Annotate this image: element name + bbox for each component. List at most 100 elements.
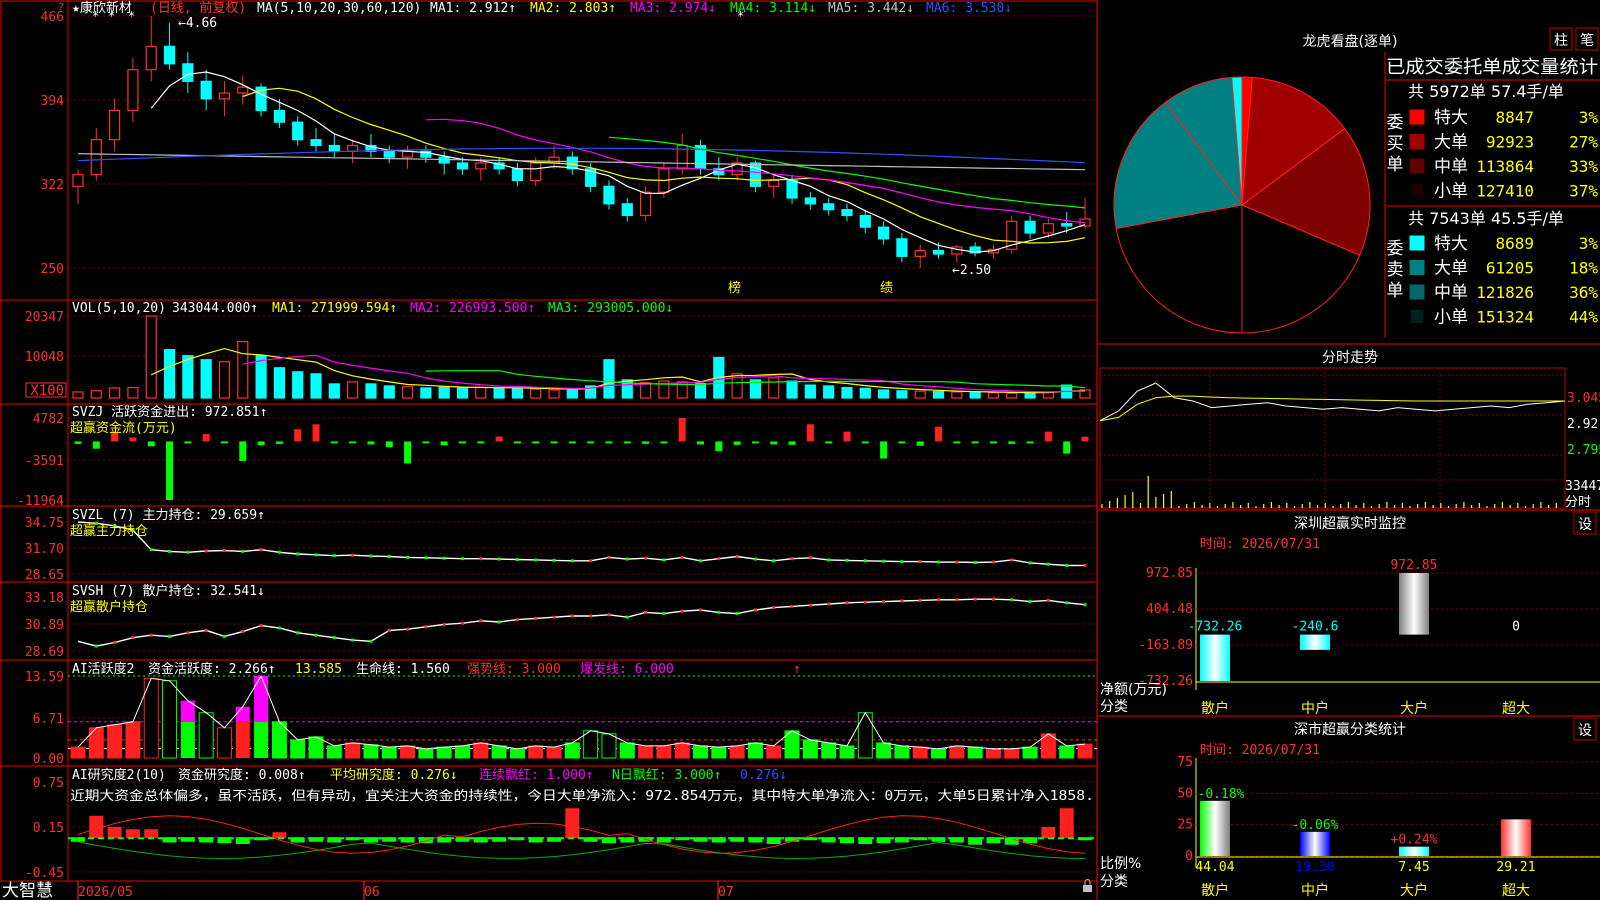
activity-bar — [583, 730, 599, 759]
holding-point — [1046, 598, 1050, 602]
volume-bar — [237, 340, 249, 399]
holding-point — [699, 608, 703, 612]
candle-body — [603, 185, 615, 205]
svzj-ytick-1: -3591 — [25, 454, 64, 469]
fund-flow-bar — [1026, 441, 1034, 444]
ai1-item-5: 爆发线: 6.000 — [580, 661, 674, 677]
volume-bar — [877, 389, 890, 399]
activity-bar — [216, 727, 232, 759]
fund-flow-bar — [1008, 441, 1016, 444]
activity-bar — [821, 742, 837, 759]
holding-point — [1046, 562, 1050, 566]
buy-summary: 共 5972单 57.4手/单 — [1408, 82, 1564, 101]
activity-bar — [1059, 745, 1075, 759]
activity-bar — [400, 745, 416, 759]
brand-logo: 大智慧 — [2, 881, 53, 900]
k-ytick-3: 250 — [41, 262, 64, 277]
holding-point — [753, 557, 757, 561]
activity-bar — [254, 721, 269, 758]
holding-point — [1065, 563, 1069, 567]
fund-flow-bar — [1063, 441, 1071, 454]
holding-point — [589, 614, 593, 618]
buy-row-pct-2: 33% — [1569, 157, 1598, 176]
candle-body — [621, 203, 633, 217]
k-ytick-0: 466 — [41, 10, 64, 25]
period-label[interactable]: (日线, 前复权) — [150, 0, 246, 16]
candle-body — [768, 179, 780, 187]
holding-point — [222, 634, 226, 638]
fund-flow-bar — [843, 431, 851, 442]
volume-bar — [932, 390, 945, 399]
date-label-2: 07 — [718, 885, 734, 900]
holding-point — [241, 630, 245, 634]
activity-bar — [1077, 743, 1093, 759]
classify-change-1: -0.06% — [1292, 818, 1339, 833]
volume-bar — [163, 349, 176, 399]
fund-flow-bar — [404, 441, 412, 464]
candle-body — [310, 139, 322, 147]
candle-body — [127, 69, 139, 112]
high-note: ←4.66 — [178, 16, 217, 31]
holding-point — [131, 636, 135, 640]
holding-point — [955, 560, 959, 564]
fund-flow-bar — [275, 441, 283, 444]
activity-bar — [528, 745, 544, 759]
classify-value-1: 19.30 — [1295, 860, 1334, 875]
activity-bar — [894, 745, 910, 759]
fund-flow-bar — [733, 441, 741, 445]
intraday-ytick-0: 3.045 — [1567, 391, 1600, 406]
holding-point — [497, 557, 501, 561]
fund-flow-bar — [678, 418, 686, 442]
classify-bar-大户 — [1399, 846, 1429, 856]
classify-category-3: 超大 — [1502, 883, 1530, 899]
holding-point — [717, 610, 721, 614]
stock-name[interactable]: ★康欣新材 — [72, 0, 132, 16]
activity-bar — [839, 745, 855, 759]
intraday-vol-label: 33447 — [1565, 479, 1600, 494]
volume-bar — [859, 387, 871, 399]
fund-flow-bar — [495, 436, 503, 442]
sell-row-pct-1: 18% — [1569, 259, 1598, 278]
intraday-time-label: 分时 — [1565, 495, 1591, 510]
candle-body — [182, 63, 194, 82]
monitor-bar-label-3: 0 — [1512, 620, 1520, 635]
activity-bar — [180, 721, 195, 758]
stroke-mode-label: 笔 — [1580, 33, 1594, 49]
sell-row-name-3: 小单 — [1434, 308, 1468, 328]
fund-flow-bar — [129, 437, 137, 442]
sell-swatch-1 — [1409, 260, 1425, 275]
holding-point — [570, 559, 574, 563]
holding-point — [735, 555, 739, 559]
monitor-settings-label: 设 — [1578, 517, 1592, 533]
sell-row-pct-3: 44% — [1569, 308, 1598, 327]
ma-header: MA(5,10,20,30,60,120) — [257, 1, 421, 16]
fund-flow-bar — [385, 441, 393, 448]
holding-point — [991, 597, 995, 601]
holding-point — [937, 560, 941, 564]
volume-bar — [969, 391, 981, 399]
research-bar — [1041, 827, 1056, 839]
holding-point — [406, 627, 410, 631]
fund-flow-bar — [697, 441, 705, 445]
holding-point — [204, 549, 208, 553]
monitor-category-0: 散户 — [1201, 700, 1229, 717]
holding-point — [534, 616, 538, 620]
buy-swatch-3 — [1409, 183, 1425, 198]
volume-bar — [127, 386, 139, 399]
holding-point — [589, 559, 593, 563]
fund-flow-bar — [825, 441, 833, 444]
fund-flow-bar — [587, 441, 595, 444]
volume-bar — [145, 315, 157, 399]
research-bar — [565, 808, 580, 839]
vol-ma1: MA1: 271999.594↑ — [272, 301, 397, 316]
trading-terminal: * * * * ↑ ? 466 394 322 250 20347 10048 478… — [0, 0, 1600, 900]
ai2-item-2: 平均研究度: 0.276↓ — [330, 767, 458, 783]
holding-point — [351, 638, 355, 642]
svzl-ytick-2: 28.65 — [25, 568, 64, 583]
volume-bar — [786, 380, 798, 399]
sell-row-name-2: 中单 — [1434, 283, 1468, 303]
low-note: ←2.50 — [952, 263, 991, 278]
fund-flow-bar — [220, 441, 228, 444]
fund-flow-bar — [916, 441, 924, 446]
volume-bar — [530, 388, 542, 399]
